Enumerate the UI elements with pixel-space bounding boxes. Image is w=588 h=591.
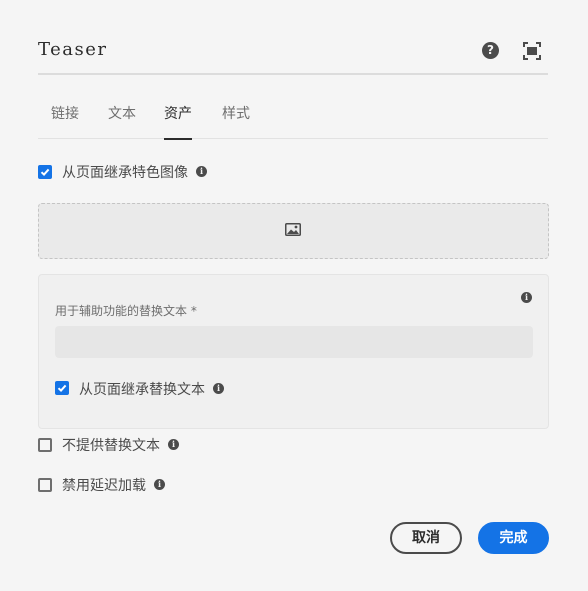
info-icon[interactable]: i xyxy=(196,166,207,177)
cancel-button[interactable]: 取消 xyxy=(390,522,462,554)
info-icon[interactable]: i xyxy=(154,479,165,490)
info-icon[interactable]: i xyxy=(168,439,179,450)
alt-text-label: 用于辅助功能的替换文本 * xyxy=(55,304,197,318)
done-button[interactable]: 完成 xyxy=(478,522,549,554)
inherit-alt-label: 从页面继承替换文本 xyxy=(79,382,205,398)
tab-text[interactable]: 文本 xyxy=(108,103,136,139)
tab-link[interactable]: 链接 xyxy=(51,103,79,139)
disable-lazy-checkbox[interactable] xyxy=(38,478,52,492)
no-alt-label: 不提供替换文本 xyxy=(62,438,160,454)
info-icon[interactable]: i xyxy=(213,383,224,394)
disable-lazy-label: 禁用延迟加载 xyxy=(62,478,146,494)
tab-bar: 链接 文本 资产 样式 xyxy=(38,103,548,140)
header-divider xyxy=(38,73,548,75)
inherit-alt-checkbox[interactable] xyxy=(55,381,69,395)
inherit-image-label: 从页面继承特色图像 xyxy=(62,165,188,181)
tab-asset[interactable]: 资产 xyxy=(164,103,192,140)
alt-text-input[interactable] xyxy=(55,326,533,358)
no-alt-checkbox[interactable] xyxy=(38,438,52,452)
inherit-image-checkbox[interactable] xyxy=(38,165,52,179)
tab-style[interactable]: 样式 xyxy=(222,103,250,139)
help-icon[interactable]: ? xyxy=(482,42,499,59)
image-dropzone[interactable] xyxy=(38,203,549,259)
alt-text-panel: i 用于辅助功能的替换文本 * 从页面继承替换文本 i xyxy=(38,274,549,429)
fullscreen-icon[interactable] xyxy=(523,42,541,60)
image-icon xyxy=(285,221,301,240)
teaser-dialog: Teaser ? 链接 文本 资产 样式 从页面继承特色图像 i i 用于辅助功… xyxy=(0,0,588,591)
info-icon[interactable]: i xyxy=(521,292,532,303)
dialog-title: Teaser xyxy=(38,39,108,60)
